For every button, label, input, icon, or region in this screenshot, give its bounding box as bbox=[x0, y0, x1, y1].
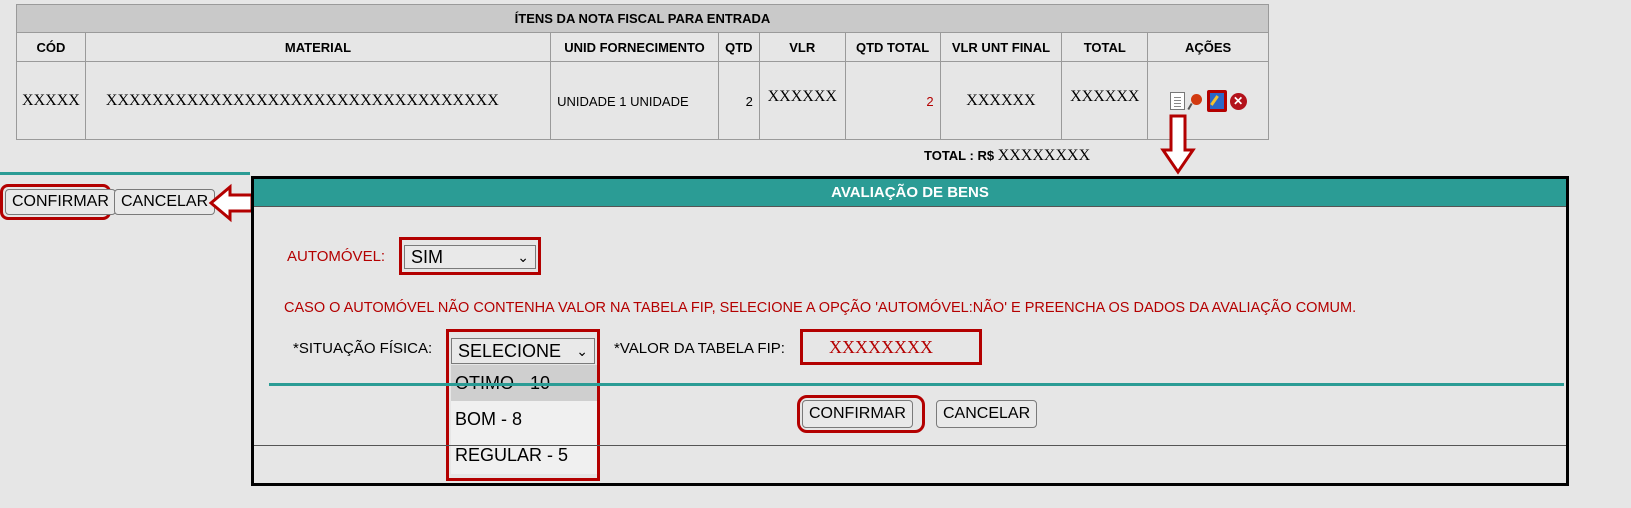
chevron-down-icon: ⌄ bbox=[517, 249, 529, 265]
cancel-button[interactable]: CANCELAR bbox=[936, 400, 1038, 428]
items-table: ÍTENS DA NOTA FISCAL PARA ENTRADA CÓD MA… bbox=[16, 4, 1269, 140]
modal-title: AVALIAÇÃO DE BENS bbox=[254, 179, 1566, 207]
fip-label: *VALOR DA TABELA FIP: bbox=[614, 340, 785, 357]
avaliacao-modal: AVALIAÇÃO DE BENS AUTOMÓVEL: SIM ⌄ CASO … bbox=[251, 176, 1569, 486]
arrow-down-annotation bbox=[1160, 114, 1196, 175]
edit-icon[interactable] bbox=[1206, 90, 1227, 112]
cell-material: XXXXXXXXXXXXXXXXXXXXXXXXXXXXXXXXXX bbox=[86, 62, 552, 140]
fip-notice: CASO O AUTOMÓVEL NÃO CONTENHA VALOR NA T… bbox=[284, 300, 1357, 316]
automovel-select[interactable]: SIM ⌄ bbox=[404, 245, 536, 269]
col-header-qtd-total: QTD TOTAL bbox=[846, 33, 941, 61]
automovel-label: AUTOMÓVEL: bbox=[287, 248, 386, 265]
cell-total: XXXXXX bbox=[1062, 62, 1149, 140]
cell-qtd-total: 2 bbox=[846, 62, 941, 140]
document-icon[interactable] bbox=[1169, 92, 1185, 110]
items-table-title: ÍTENS DA NOTA FISCAL PARA ENTRADA bbox=[17, 5, 1268, 33]
delete-icon[interactable]: ✕ bbox=[1229, 92, 1247, 110]
col-header-unid: UNID FORNECIMENTO bbox=[551, 33, 719, 61]
table-header-row: CÓD MATERIAL UNID FORNECIMENTO QTD VLR Q… bbox=[17, 33, 1268, 62]
col-header-qtd: QTD bbox=[719, 33, 760, 61]
col-header-material: MATERIAL bbox=[86, 33, 552, 61]
cell-unid: UNIDADE 1 UNIDADE bbox=[551, 62, 719, 140]
dropdown-option[interactable]: REGULAR - 5 bbox=[451, 437, 597, 473]
cell-vlr-unt-final: XXXXXX bbox=[941, 62, 1063, 140]
total-summary: TOTAL : R$ XXXXXXXX bbox=[924, 147, 1090, 165]
col-header-vlr-unt-final: VLR UNT FINAL bbox=[941, 33, 1063, 61]
pin-icon[interactable] bbox=[1188, 93, 1204, 109]
fip-value-field[interactable]: XXXXXXXX bbox=[800, 329, 982, 365]
cell-cod: XXXXX bbox=[17, 62, 86, 140]
total-label: TOTAL : R$ bbox=[924, 148, 995, 163]
col-header-vlr: VLR bbox=[760, 33, 846, 61]
dropdown-option[interactable]: BOM - 8 bbox=[451, 401, 597, 437]
col-header-acoes: AÇÕES bbox=[1184, 39, 1232, 55]
table-row: XXXXX XXXXXXXXXXXXXXXXXXXXXXXXXXXXXXXXXX… bbox=[17, 62, 1268, 140]
situacao-dropdown: OTIMO - 10 BOM - 8 REGULAR - 5 bbox=[451, 365, 597, 474]
col-header-cod: CÓD bbox=[17, 33, 86, 61]
cancel-button-left[interactable]: CANCELAR bbox=[114, 189, 216, 215]
confirm-button[interactable]: CONFIRMAR bbox=[802, 400, 913, 428]
confirm-button-left[interactable]: CONFIRMAR bbox=[5, 189, 116, 215]
total-value: XXXXXXXX bbox=[997, 147, 1091, 164]
cell-qtd: 2 bbox=[719, 62, 760, 140]
situacao-select[interactable]: SELECIONE ⌄ bbox=[451, 338, 595, 364]
divider bbox=[0, 172, 250, 175]
divider bbox=[269, 383, 1564, 386]
automovel-select-value: SIM bbox=[411, 247, 444, 267]
col-header-total: TOTAL bbox=[1062, 33, 1149, 61]
divider bbox=[254, 445, 1566, 446]
arrow-left-annotation bbox=[208, 183, 254, 223]
situacao-select-value: SELECIONE bbox=[458, 341, 562, 361]
situacao-label: *SITUAÇÃO FÍSICA: bbox=[293, 340, 433, 357]
chevron-down-icon: ⌄ bbox=[576, 343, 588, 359]
cell-vlr: XXXXXX bbox=[760, 62, 846, 140]
